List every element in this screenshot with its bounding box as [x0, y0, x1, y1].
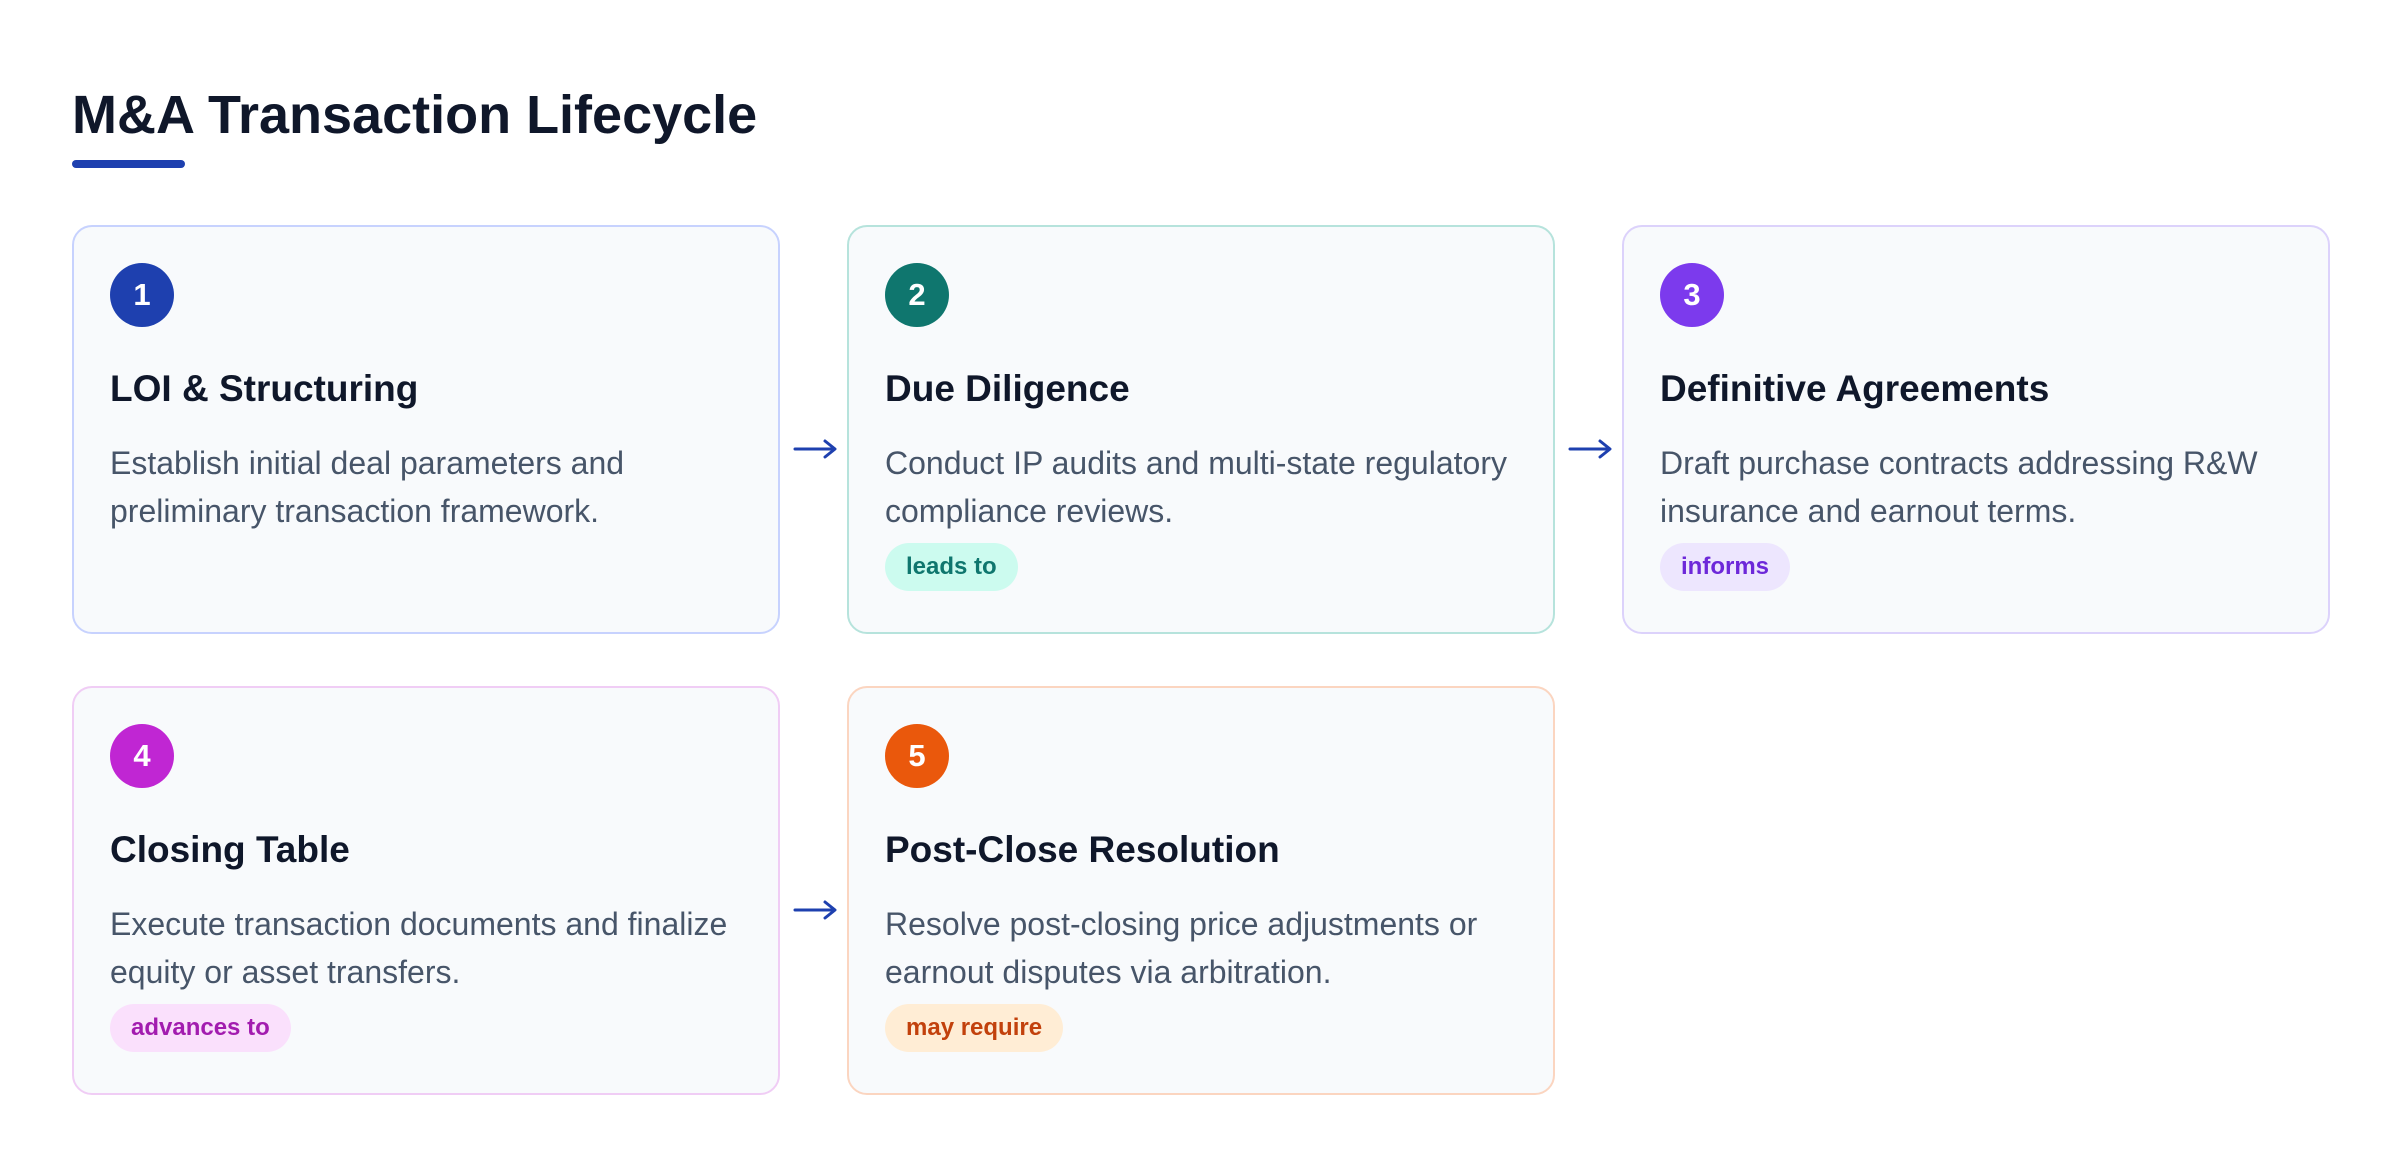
relation-tag: informs	[1660, 543, 1791, 591]
title-underline	[72, 160, 185, 168]
relation-tag: advances to	[110, 1004, 291, 1052]
step-title: Definitive Agreements	[1660, 368, 2050, 409]
step-card-3: 3 Definitive Agreements Draft purchase c…	[1622, 225, 2330, 634]
step-number-badge: 4	[110, 724, 174, 788]
step-number-badge: 3	[1660, 263, 1724, 327]
step-number-badge: 2	[885, 263, 949, 327]
step-description: Conduct IP audits and multi-state regula…	[885, 445, 1507, 529]
step-card-2: 2 Due Diligence Conduct IP audits and mu…	[847, 225, 1555, 634]
step-number-badge: 5	[885, 724, 949, 788]
relation-tag: leads to	[885, 543, 1018, 591]
step-description: Execute transaction documents and finali…	[110, 906, 728, 990]
step-title: Post-Close Resolution	[885, 829, 1280, 870]
step-card-4: 4 Closing Table Execute transaction docu…	[72, 686, 780, 1095]
step-title: LOI & Structuring	[110, 368, 419, 409]
arrow-right-icon	[1568, 439, 1612, 459]
step-number-badge: 1	[110, 263, 174, 327]
arrow-right-icon	[793, 900, 837, 920]
arrow-right-icon	[793, 439, 837, 459]
step-card-1: 1 LOI & Structuring Establish initial de…	[72, 225, 780, 634]
step-description: Resolve post-closing price adjustments o…	[885, 906, 1478, 990]
page-title: M&A Transaction Lifecycle	[72, 85, 758, 145]
relation-tag: may require	[885, 1004, 1064, 1052]
step-title: Closing Table	[110, 829, 350, 870]
step-title: Due Diligence	[885, 368, 1130, 409]
step-card-5: 5 Post-Close Resolution Resolve post-clo…	[847, 686, 1555, 1095]
step-description: Draft purchase contracts addressing R&W …	[1660, 445, 2258, 529]
step-description: Establish initial deal parameters and pr…	[110, 445, 625, 529]
